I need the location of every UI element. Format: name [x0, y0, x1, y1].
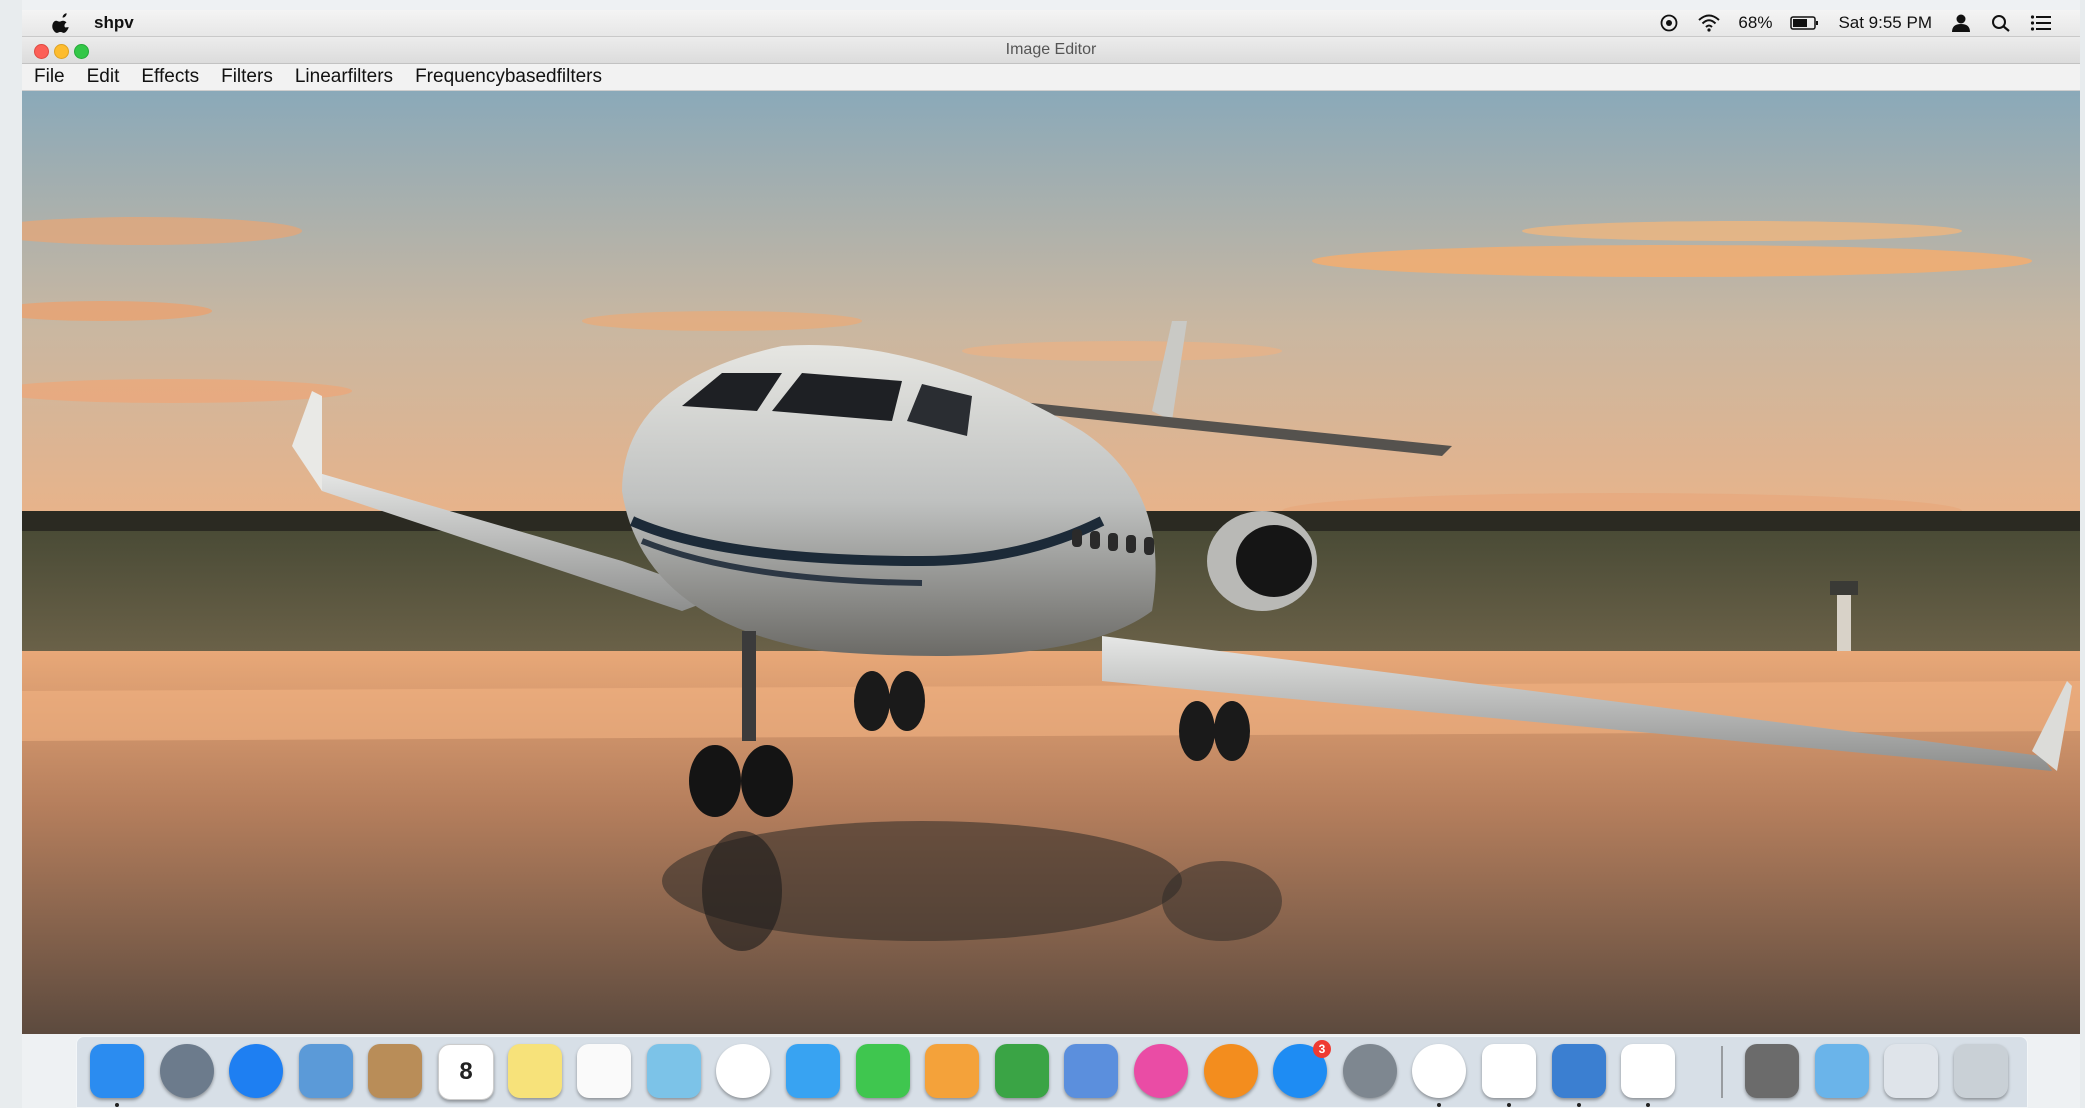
messages-icon[interactable]	[786, 1044, 840, 1098]
app-menubar: File Edit Effects Filters Linearfilters …	[22, 64, 2080, 91]
window-title: Image Editor	[1005, 41, 1097, 58]
running-indicator	[1577, 1103, 1581, 1107]
notification-center-icon[interactable]	[2030, 14, 2052, 32]
minimize-window-button[interactable]	[54, 44, 69, 59]
safari-icon[interactable]	[229, 1044, 283, 1098]
running-indicator	[115, 1103, 119, 1107]
battery-icon[interactable]	[1790, 14, 1820, 32]
trash-icon[interactable]	[1954, 1044, 2008, 1098]
battery-percent: 68%	[1738, 13, 1773, 32]
numbers-icon[interactable]	[995, 1044, 1049, 1098]
badge-count: 3	[1313, 1040, 1331, 1058]
contacts-icon[interactable]	[368, 1044, 422, 1098]
notes-icon[interactable]	[508, 1044, 562, 1098]
maps-icon[interactable]	[647, 1044, 701, 1098]
siri-icon[interactable]	[1658, 14, 1680, 32]
menu-frequencybasedfilters[interactable]: Frequencybasedfilters	[404, 66, 613, 88]
page-right-edge	[2080, 0, 2085, 1108]
java-icon[interactable]	[1621, 1044, 1675, 1098]
mail-icon[interactable]	[299, 1044, 353, 1098]
itunes-icon[interactable]	[1134, 1044, 1188, 1098]
folder-icon[interactable]	[1815, 1044, 1869, 1098]
photo-stack-icon[interactable]	[1745, 1044, 1799, 1098]
dock-separator	[1721, 1046, 1723, 1098]
image-canvas[interactable]	[22, 91, 2080, 1034]
chrome-icon[interactable]	[1412, 1044, 1466, 1098]
finder-icon[interactable]	[90, 1044, 144, 1098]
keynote-icon[interactable]	[1064, 1044, 1118, 1098]
calendar-icon[interactable]: 8	[438, 1044, 494, 1100]
reminders-icon[interactable]	[577, 1044, 631, 1098]
app-store-icon[interactable]: 3	[1273, 1040, 1331, 1098]
status-area: 68% Sat 9:55 PM	[1658, 10, 2052, 36]
user-icon[interactable]	[1950, 14, 1972, 32]
menu-effects[interactable]: Effects	[130, 66, 210, 88]
system-menubar: shpv 68% Sat 9:55 PM	[22, 10, 2080, 37]
apple-icon[interactable]	[52, 13, 72, 33]
zoom-window-button[interactable]	[74, 44, 89, 59]
menu-filters[interactable]: Filters	[210, 66, 284, 88]
virtualbox-icon[interactable]	[1552, 1044, 1606, 1098]
jet-photo	[22, 91, 2080, 1034]
acrobat-icon[interactable]	[1482, 1044, 1536, 1098]
running-indicator	[1646, 1103, 1650, 1107]
running-indicator	[1437, 1103, 1441, 1107]
photos-icon[interactable]	[716, 1044, 770, 1098]
downloads-stack-icon[interactable]	[1884, 1044, 1938, 1098]
window-titlebar[interactable]: Image Editor	[22, 37, 2080, 64]
running-indicator	[1507, 1103, 1511, 1107]
launchpad-icon[interactable]	[160, 1044, 214, 1098]
ibooks-icon[interactable]	[1204, 1044, 1258, 1098]
facetime-icon[interactable]	[856, 1044, 910, 1098]
active-app-name[interactable]: shpv	[94, 13, 134, 33]
system-preferences-icon[interactable]	[1343, 1044, 1397, 1098]
page-left-edge	[0, 0, 22, 1108]
wifi-icon[interactable]	[1698, 14, 1721, 32]
menu-edit[interactable]: Edit	[76, 66, 131, 88]
menu-file[interactable]: File	[22, 66, 76, 88]
close-window-button[interactable]	[34, 44, 49, 59]
menubar-clock[interactable]: Sat 9:55 PM	[1838, 13, 1932, 33]
pages-icon[interactable]	[925, 1044, 979, 1098]
menu-linearfilters[interactable]: Linearfilters	[284, 66, 404, 88]
spotlight-icon[interactable]	[1990, 14, 2012, 32]
